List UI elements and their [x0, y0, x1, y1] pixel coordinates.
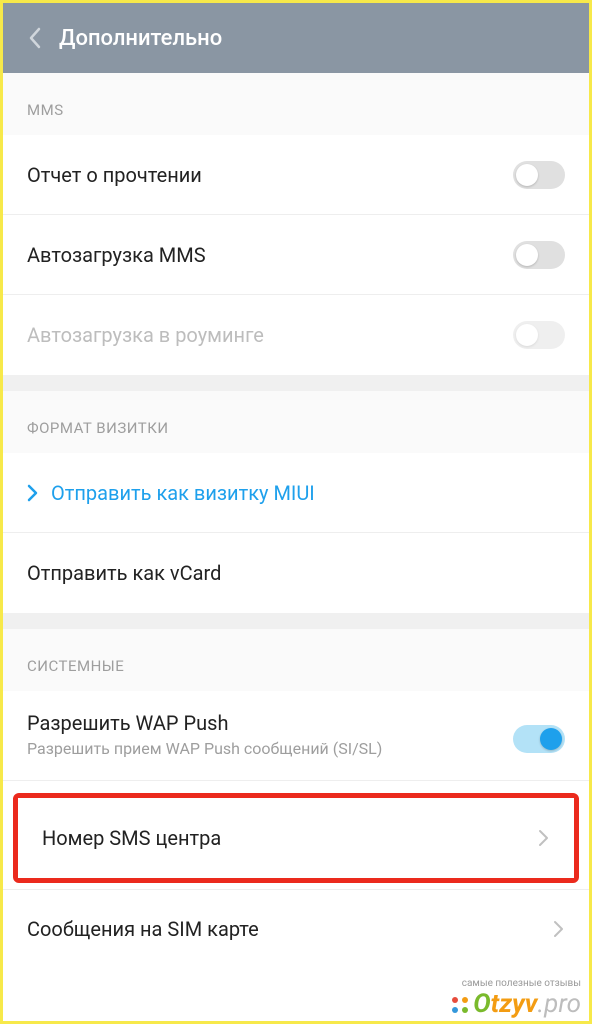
- row-title: Автозагрузка в роуминге: [27, 323, 513, 347]
- chevron-right-icon: [27, 484, 39, 502]
- watermark-logo: Otzyv.pro: [449, 991, 581, 1017]
- star-icon: [449, 994, 471, 1016]
- row-title: Отправить как vCard: [27, 561, 565, 585]
- toggle-read-report[interactable]: [513, 161, 565, 189]
- section-label: ФОРМАТ ВИЗИТКИ: [27, 419, 565, 437]
- toggle-auto-download-roaming: [513, 321, 565, 349]
- toggle-knob: [516, 164, 538, 186]
- toggle-knob: [516, 244, 538, 266]
- chevron-left-icon: [28, 27, 42, 49]
- section-header-vcard: ФОРМАТ ВИЗИТКИ: [3, 391, 589, 453]
- toggle-knob: [540, 728, 562, 750]
- toggle-knob: [516, 324, 538, 346]
- chevron-right-icon: [538, 829, 550, 847]
- highlight-sms-center: Номер SMS центра: [13, 793, 579, 883]
- section-header-mms: MMS: [3, 73, 589, 135]
- section-header-system: СИСТЕМНЫЕ: [3, 629, 589, 691]
- watermark-tagline: самые полезные отзывы: [449, 979, 581, 989]
- row-title: Номер SMS центра: [42, 826, 530, 850]
- row-subtitle: Разрешить прием WAP Push сообщений (SI/S…: [27, 739, 513, 760]
- row-wap-push[interactable]: Разрешить WAP Push Разрешить прием WAP P…: [3, 691, 589, 781]
- row-sms-center[interactable]: Номер SMS центра: [18, 798, 574, 878]
- row-send-vcard[interactable]: Отправить как vCard: [3, 533, 589, 613]
- row-title: Сообщения на SIM карте: [27, 917, 545, 941]
- header-bar: Дополнительно: [3, 3, 589, 73]
- row-title: Отчет о прочтении: [27, 163, 513, 187]
- row-auto-download-roaming: Автозагрузка в роуминге: [3, 295, 589, 375]
- section-label: MMS: [27, 101, 565, 119]
- toggle-auto-download-mms[interactable]: [513, 241, 565, 269]
- watermark: самые полезные отзывы Otzyv.pro: [449, 979, 581, 1017]
- row-auto-download-mms[interactable]: Автозагрузка MMS: [3, 215, 589, 295]
- row-send-miui-vcard[interactable]: Отправить как визитку MIUI: [3, 453, 589, 533]
- chevron-right-icon: [553, 920, 565, 938]
- section-label: СИСТЕМНЫЕ: [27, 657, 565, 675]
- toggle-wap-push[interactable]: [513, 725, 565, 753]
- section-gap: [3, 613, 589, 629]
- back-button[interactable]: [15, 18, 55, 58]
- row-title: Отправить как визитку MIUI: [51, 481, 565, 505]
- row-sim-messages[interactable]: Сообщения на SIM карте: [3, 889, 589, 969]
- row-title: Разрешить WAP Push: [27, 711, 513, 735]
- row-title: Автозагрузка MMS: [27, 243, 513, 267]
- row-read-report[interactable]: Отчет о прочтении: [3, 135, 589, 215]
- section-gap: [3, 375, 589, 391]
- page-title: Дополнительно: [59, 26, 222, 51]
